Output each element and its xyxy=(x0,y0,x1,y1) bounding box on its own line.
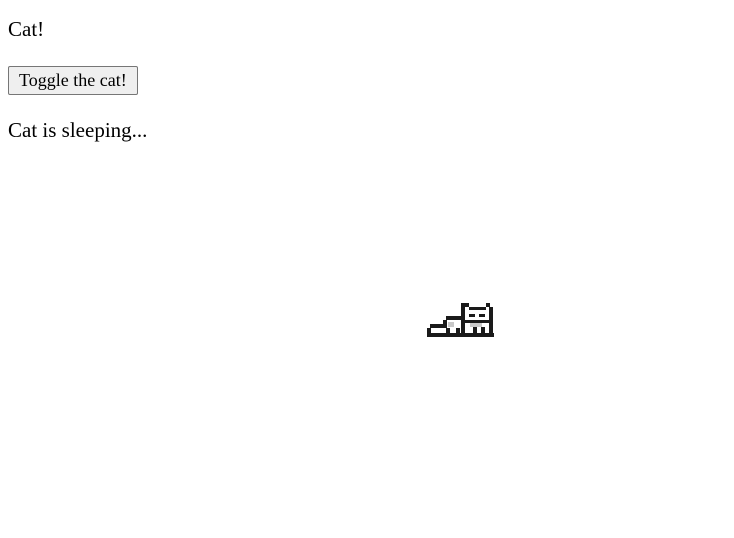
cat-status-text: Cat is sleeping... xyxy=(8,118,148,142)
sleeping-cat-sprite[interactable] xyxy=(426,302,495,338)
toggle-cat-button[interactable]: Toggle the cat! xyxy=(8,66,138,95)
cat-body xyxy=(427,303,494,337)
page-title: Cat! xyxy=(8,17,45,41)
